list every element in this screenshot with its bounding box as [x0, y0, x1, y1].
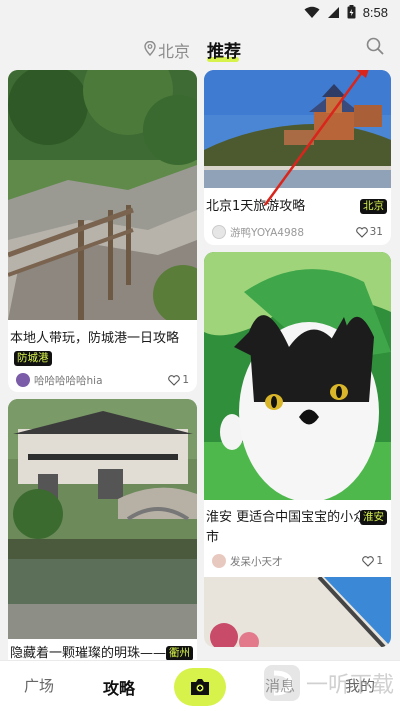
location-pin-icon — [144, 40, 156, 60]
feed-card[interactable]: 本地人带玩，防城港一日攻略防城港 哈哈哈哈哈hia 1 — [8, 70, 197, 392]
like-count: 31 — [369, 226, 383, 238]
avatar[interactable] — [212, 554, 226, 568]
card-title: 隐藏着一颗璀璨的明珠—— 衢州 — [10, 644, 195, 660]
like-count: 1 — [182, 374, 189, 386]
city-tag[interactable]: 防城港 — [14, 351, 52, 366]
bottom-nav: 广场 攻略 消息 我的 — [0, 660, 400, 711]
nav-profile[interactable]: 我的 — [345, 675, 375, 696]
status-bar: 8:58 — [0, 0, 400, 24]
card-author-row: 发呆小天才 1 — [204, 552, 391, 570]
city-tag[interactable]: 衢州 — [166, 646, 193, 660]
feed-card[interactable]: 隐藏着一颗璀璨的明珠—— 衢州 — [8, 399, 197, 660]
author-name[interactable]: 发呆小天才 — [230, 554, 362, 569]
feed-card[interactable]: 淮安 更适合中国宝宝的小众城市 淮安 发呆小天才 1 — [204, 252, 391, 647]
heart-icon — [362, 555, 375, 567]
card-title: 本地人带玩，防城港一日攻略防城港 — [10, 331, 180, 366]
search-icon[interactable] — [364, 35, 386, 57]
signal-icon — [327, 6, 340, 19]
card-photo — [8, 70, 197, 325]
nav-messages[interactable]: 消息 — [265, 675, 295, 696]
tab-recommend[interactable]: 推荐 — [207, 37, 241, 62]
nav-guides[interactable]: 攻略 — [103, 675, 135, 699]
camera-icon — [191, 679, 209, 695]
author-name[interactable]: 游鸭YOYA4988 — [230, 225, 356, 240]
author-name[interactable]: 哈哈哈哈哈hia — [34, 373, 168, 388]
like-count: 1 — [376, 555, 383, 567]
avatar[interactable] — [16, 373, 30, 387]
location-label: 北京 — [158, 42, 191, 61]
like-button[interactable]: 31 — [355, 226, 383, 238]
feed[interactable]: 本地人带玩，防城港一日攻略防城港 哈哈哈哈哈hia 1 北京1天旅游攻略 北京 … — [0, 70, 400, 660]
avatar[interactable] — [212, 225, 226, 239]
battery-icon — [347, 5, 356, 19]
like-button[interactable]: 1 — [168, 374, 189, 386]
like-button[interactable]: 1 — [362, 555, 383, 567]
card-title: 淮安 更适合中国宝宝的小众城市 淮安 — [206, 508, 389, 548]
top-header: 北京 推荐 — [0, 30, 400, 66]
card-author-row: 游鸭YOYA4988 31 — [204, 223, 391, 241]
wifi-icon — [304, 6, 320, 19]
city-tag[interactable]: 淮安 — [360, 510, 387, 525]
card-photo — [8, 399, 197, 639]
annotation-arrow-icon — [263, 70, 369, 206]
next-card-photo — [204, 575, 391, 647]
location-tab[interactable]: 北京 — [144, 38, 190, 62]
card-author-row: 哈哈哈哈哈hia 1 — [8, 371, 197, 389]
camera-button[interactable] — [174, 668, 226, 706]
heart-icon — [168, 374, 181, 386]
status-time: 8:58 — [362, 4, 388, 20]
nav-square[interactable]: 广场 — [24, 675, 54, 696]
heart-icon — [355, 226, 368, 238]
card-photo — [204, 252, 391, 502]
